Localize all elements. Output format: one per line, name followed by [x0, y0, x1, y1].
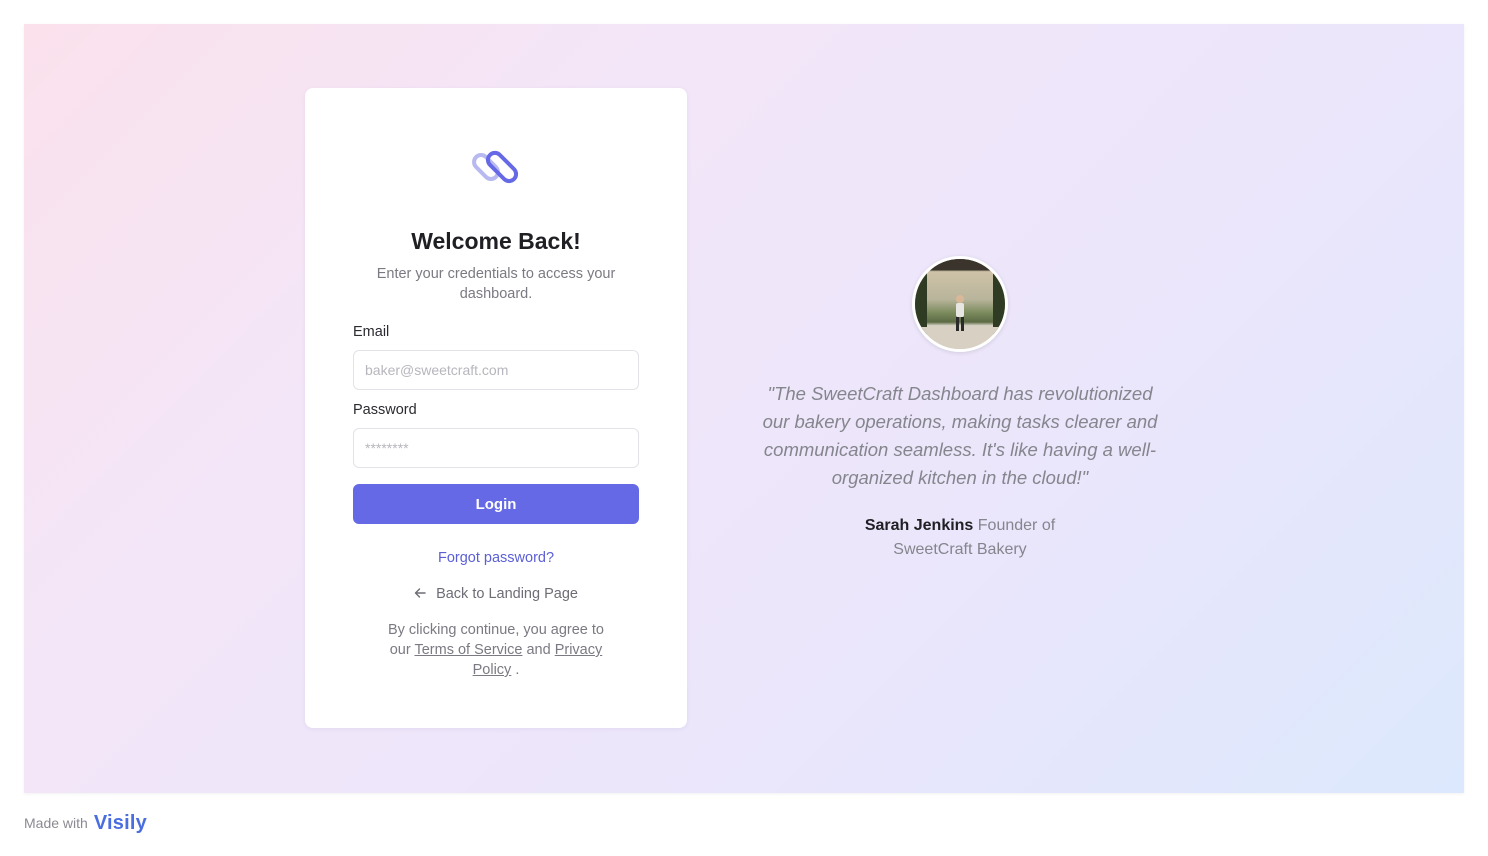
made-with-label: Made with: [24, 815, 88, 831]
legal-suffix: .: [511, 662, 520, 678]
avatar: [912, 256, 1008, 352]
legal-and: and: [522, 642, 555, 658]
page-title: Welcome Back!: [411, 228, 581, 254]
password-field[interactable]: [353, 428, 639, 468]
back-to-landing-link[interactable]: Back to Landing Page: [305, 586, 687, 602]
app-logo-icon: [472, 150, 519, 184]
login-button[interactable]: Login: [353, 484, 639, 524]
page-background: Welcome Back! Enter your credentials to …: [24, 24, 1464, 793]
legal-text: By clicking continue, you agree to our T…: [381, 620, 611, 680]
email-field[interactable]: [353, 350, 639, 390]
arrow-left-icon: [414, 586, 430, 602]
testimonial-quote: "The SweetCraft Dashboard has revolution…: [762, 383, 1158, 488]
forgot-password-link[interactable]: Forgot password?: [305, 550, 687, 566]
email-label: Email: [353, 324, 390, 340]
password-label: Password: [353, 402, 417, 418]
visily-logo: Visily: [93, 811, 147, 834]
page-subtitle: Enter your credentials to access your da…: [376, 266, 616, 302]
login-card: Welcome Back! Enter your credentials to …: [305, 88, 687, 728]
terms-of-service-link[interactable]: Terms of Service: [414, 642, 522, 658]
made-with-footer[interactable]: Made with Visily: [24, 808, 147, 838]
testimonial-author: Sarah Jenkins Founder of SweetCraft Bake…: [850, 514, 1070, 562]
author-name: Sarah Jenkins: [864, 517, 974, 534]
back-link-label: Back to Landing Page: [436, 586, 578, 602]
